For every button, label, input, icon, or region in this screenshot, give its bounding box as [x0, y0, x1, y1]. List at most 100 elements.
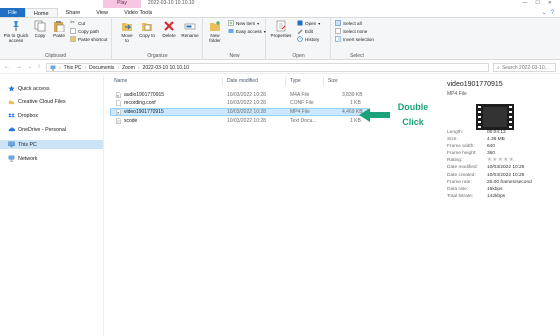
annotation-line-2: Click: [402, 117, 424, 127]
new-folder-icon: [210, 21, 220, 31]
computer-icon: [50, 65, 56, 70]
clipboard-label: Clipboard: [44, 53, 67, 59]
column-date-modified[interactable]: Date modified: [227, 78, 258, 84]
select-all-icon: [335, 20, 341, 26]
minimize-button[interactable]: —: [522, 0, 527, 8]
file-type: M4A File: [290, 92, 310, 98]
delete-x-icon: [164, 21, 174, 31]
nav-item-creative-cloud[interactable]: Creative Cloud Files: [8, 98, 66, 105]
cut-button[interactable]: ✂ Cut: [70, 20, 85, 26]
annotation-line-1: Double: [397, 102, 429, 112]
prop-date-created: Date created: 10/03/2022 10:28: [447, 172, 525, 178]
move-to-button[interactable]: Move to: [119, 20, 135, 43]
select-none-button[interactable]: Select none: [335, 28, 367, 34]
back-arrow-icon[interactable]: ←: [4, 64, 10, 70]
file-name: audio1901770915: [124, 92, 165, 98]
close-button[interactable]: ✕: [548, 0, 552, 8]
file-date: 10/03/2022 10:28: [227, 92, 266, 98]
select-group: Select all Select none Invert selection …: [332, 18, 382, 60]
column-type[interactable]: Type: [290, 78, 301, 84]
pin-quick-access-button[interactable]: Pin to Quick access: [3, 20, 29, 43]
delete-button[interactable]: Delete: [161, 20, 177, 38]
help-icon[interactable]: ?: [551, 10, 554, 16]
nav-item-network[interactable]: Network: [8, 155, 37, 162]
search-input[interactable]: ⌕ Search 2022-03-10...: [493, 63, 556, 72]
history-button[interactable]: History: [297, 36, 319, 42]
file-size: 3,839 KB: [342, 92, 363, 98]
file-name: video1901770915: [124, 109, 164, 115]
recent-dropdown-icon[interactable]: ⌄: [28, 64, 31, 70]
file-type: MP4 File: [290, 109, 310, 115]
maximize-button[interactable]: ☐: [535, 0, 539, 8]
window-title: 2022-03-10 10.10.10: [148, 0, 195, 6]
play-context-tab[interactable]: Play: [103, 0, 141, 8]
text-file-icon: [116, 118, 121, 124]
file-name: recording.conf: [124, 100, 156, 106]
invert-selection-button[interactable]: Invert selection: [335, 36, 374, 42]
ribbon-tabs: File Home Share View Video Tools ⌄ ?: [0, 8, 560, 18]
nav-item-quick-access[interactable]: Quick access: [8, 85, 50, 92]
table-row[interactable]: audio1901770915 10/03/2022 10:28 M4A Fil…: [110, 91, 368, 99]
prop-total-bitrate: Total bitrate: 142kbps: [447, 193, 506, 199]
prop-data-rate: Data rate: 16kbps: [447, 186, 503, 192]
breadcrumb[interactable]: › This PC › Documents › Zoom › 2022-03-1…: [46, 63, 489, 72]
tab-share[interactable]: Share: [58, 8, 89, 17]
rating-stars[interactable]: ★★★★★: [487, 157, 514, 163]
table-row[interactable]: recording.conf 10/03/2022 10:28 CONF Fil…: [110, 99, 368, 107]
file-date: 10/03/2022 10:28: [227, 100, 266, 106]
crumb-documents[interactable]: Documents: [89, 65, 114, 71]
tab-file[interactable]: File: [0, 8, 25, 17]
nav-item-this-pc[interactable]: This PC: [0, 140, 103, 149]
new-folder-button[interactable]: New folder: [206, 20, 224, 43]
column-size[interactable]: Size: [328, 78, 338, 84]
tab-video-tools[interactable]: Video Tools: [116, 8, 160, 17]
pin-icon: [13, 21, 19, 31]
table-row[interactable]: xcode 10/03/2022 10:28 Text Docu... 1 KB: [110, 117, 368, 125]
clipboard-group: Pin to Quick access Copy Paste ✂ Cut Cop…: [0, 18, 112, 60]
copy-icon: [34, 20, 46, 32]
details-pane: video1901770915 MP4 File Length: 00:04:13…: [440, 75, 560, 336]
new-item-button[interactable]: New item ▾: [228, 20, 259, 26]
paste-button[interactable]: Paste: [52, 20, 66, 38]
copy-to-icon: [142, 23, 152, 31]
network-icon: [8, 155, 15, 162]
copy-path-icon: [70, 28, 76, 34]
select-all-button[interactable]: Select all: [335, 20, 362, 26]
ribbon: Pin to Quick access Copy Paste ✂ Cut Cop…: [0, 18, 560, 60]
dropdown-arrow-icon: ▾: [257, 20, 260, 26]
easy-access-icon: [228, 29, 234, 33]
copy-button[interactable]: Copy: [33, 20, 47, 38]
tab-home[interactable]: Home: [24, 8, 58, 17]
nav-item-dropbox[interactable]: Dropbox: [8, 112, 38, 119]
up-arrow-icon[interactable]: ↑: [37, 64, 40, 70]
onedrive-icon: [8, 127, 15, 132]
double-click-arrow: [359, 108, 390, 122]
navigation-pane: Quick access Creative Cloud Files Dropbo…: [0, 75, 104, 336]
column-name[interactable]: Name: [114, 78, 127, 84]
properties-button[interactable]: Properties: [269, 20, 293, 38]
file-name: xcode: [124, 118, 138, 124]
crumb-zoom[interactable]: Zoom: [122, 65, 135, 71]
double-click-annotation: Double Click: [393, 100, 433, 130]
prop-date-modified: Date modified: 10/03/2022 10:28: [447, 165, 525, 171]
new-item-icon: [228, 20, 234, 26]
nav-item-onedrive[interactable]: OneDrive - Personal: [8, 126, 66, 133]
star-icon: [8, 85, 15, 92]
crumb-this-pc[interactable]: This PC: [64, 65, 82, 71]
open-button[interactable]: Open ▾: [297, 20, 320, 26]
file-type: CONF File: [290, 100, 314, 106]
paste-shortcut-button[interactable]: Paste shortcut: [70, 36, 107, 42]
organize-group: Move to Copy to Delete Rename Organize: [113, 18, 203, 60]
tab-view[interactable]: View: [88, 8, 116, 17]
copy-path-button[interactable]: Copy path: [70, 28, 99, 34]
open-group: Properties Open ▾ Edit History Open: [267, 18, 331, 60]
crumb-folder[interactable]: 2022-03-10 10.10.10: [143, 65, 189, 71]
copy-to-button[interactable]: Copy to: [139, 20, 155, 38]
easy-access-button[interactable]: Easy access ▾: [228, 28, 266, 34]
prop-frame-rate: Frame rate: 25.00 frames/second: [447, 179, 532, 185]
rename-button[interactable]: Rename: [181, 20, 199, 38]
table-row-selected[interactable]: video1901770915 10/03/2022 10:28 MP4 Fil…: [110, 108, 368, 116]
chevron-icon[interactable]: ⌄: [542, 9, 547, 16]
forward-arrow-icon[interactable]: →: [16, 64, 22, 70]
edit-button[interactable]: Edit: [297, 28, 313, 34]
